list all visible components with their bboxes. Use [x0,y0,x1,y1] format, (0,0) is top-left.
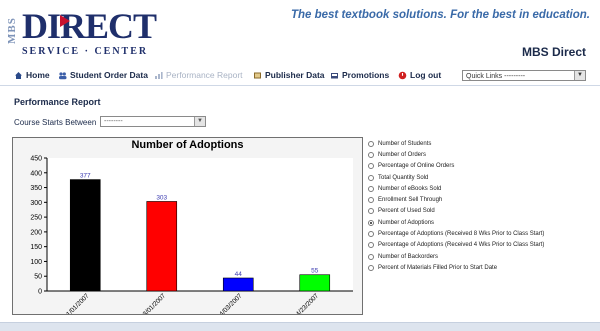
radio-button[interactable] [368,264,374,271]
quick-links-select[interactable]: Quick Links --------- ▼ [462,70,586,81]
radio-label: Percent of Materials Filled Prior to Sta… [378,264,498,271]
course-starts-value: -------- [104,118,123,125]
radio-button[interactable] [368,163,374,170]
x-category-label: 01/01/2007 [63,292,91,314]
bar [299,274,331,292]
y-tick-label: 350 [30,185,42,192]
bar [69,179,101,292]
x-category-label: 04/23/2007 [292,292,320,314]
metric-radio-option[interactable]: Number of Adoptions [368,217,544,228]
nav-home[interactable]: Home [14,70,50,80]
bar [222,277,254,292]
radio-label: Total Quantity Sold [378,174,429,181]
logo-subtitle: SERVICE · CENTER [22,46,149,57]
logo-direct-text: DIRECT [22,6,157,46]
promo-icon [330,71,339,80]
radio-button[interactable] [368,140,374,147]
nav-student-order-data[interactable]: Student Order Data [58,70,148,80]
radio-button[interactable] [368,151,374,158]
radio-label: Number of Adoptions [378,219,435,226]
logo-arrow-icon [60,15,70,27]
people-icon [58,71,67,80]
header-tagline: The best textbook solutions. For the bes… [290,9,590,21]
quick-links-value: Quick Links --------- [466,73,526,80]
book-icon [253,71,262,80]
logout-icon [398,71,407,80]
metric-radio-option[interactable]: Percentage of Adoptions (Received 4 Wks … [368,240,544,251]
bar [146,201,178,292]
radio-button[interactable] [368,197,374,204]
radio-label: Enrollment Sell Through [378,197,443,204]
nav-logout-label: Log out [410,70,442,80]
chevron-down-icon: ▼ [194,117,205,126]
metric-radio-option[interactable]: Enrollment Sell Through [368,194,544,205]
nav-publisher-data[interactable]: Publisher Data [253,70,325,80]
y-tick-label: 400 [30,170,42,177]
bar-value-label: 55 [311,268,319,275]
radio-label: Number of Students [378,140,432,147]
radio-button[interactable] [368,242,374,249]
nav-promotions-label: Promotions [342,70,390,80]
y-tick-label: 100 [30,259,42,266]
page-title: Performance Report [14,97,101,107]
radio-label: Number of Orders [378,151,427,158]
radio-label: Percentage of Online Orders [378,163,455,170]
report-icon [154,71,163,80]
home-icon [14,71,23,80]
nav-logout[interactable]: Log out [398,70,441,80]
bar-value-label: 377 [80,173,91,180]
bar-value-label: 44 [235,271,243,278]
logo-mbs-text: MBS [6,17,18,45]
x-category-label: 04/03/2007 [216,292,244,314]
x-category-label: 03/01/2007 [139,292,167,314]
radio-label: Percent of Used Sold [378,208,435,215]
metric-radio-option[interactable]: Percent of Materials Filled Prior to Sta… [368,262,544,273]
y-tick-label: 0 [38,289,42,296]
radio-button[interactable] [368,174,374,181]
metric-radio-option[interactable]: Percentage of Adoptions (Received 8 Wks … [368,228,544,239]
radio-button[interactable] [368,208,374,215]
chevron-down-icon: ▼ [574,71,585,80]
y-tick-label: 450 [30,156,42,163]
metric-radio-option[interactable]: Number of Backorders [368,251,544,262]
metric-radio-option[interactable]: Percent of Used Sold [368,206,544,217]
metric-radio-option[interactable]: Percentage of Online Orders [368,161,544,172]
nav-promotions[interactable]: Promotions [330,70,389,80]
radio-label: Percentage of Adoptions (Received 4 Wks … [378,242,545,249]
bar-value-label: 303 [156,194,167,201]
y-tick-label: 50 [34,274,42,281]
radio-button[interactable] [368,253,374,260]
metric-radio-option[interactable]: Number of Orders [368,149,544,160]
y-tick-label: 150 [30,244,42,251]
radio-label: Number of Backorders [378,253,439,260]
nav-publisher-data-label: Publisher Data [265,70,325,80]
nav-home-label: Home [26,70,50,80]
metric-radio-option[interactable]: Number of eBooks Sold [368,183,544,194]
chart-plot: 0 50 100 150 200 250 300 350 400 450 377 01/01/2007… [30,156,353,314]
course-starts-label: Course Starts Between [14,118,97,127]
nav-student-order-data-label: Student Order Data [70,70,148,80]
radio-button[interactable] [368,231,374,238]
radio-label: Number of eBooks Sold [378,185,442,192]
radio-button[interactable] [368,219,374,226]
y-tick-label: 300 [30,200,42,207]
radio-button[interactable] [368,185,374,192]
adoptions-chart: Number of Adoptions 0 50 100 150 200 250 300 35… [12,137,363,315]
radio-label: Percentage of Adoptions (Received 8 Wks … [378,231,545,238]
nav-performance-report[interactable]: Performance Report [154,70,243,80]
y-tick-label: 250 [30,215,42,222]
metric-radio-option[interactable]: Number of Students [368,138,544,149]
mbs-direct-logo[interactable]: MBS DIRECT SERVICE · CENTER [6,6,157,64]
nav-performance-report-label: Performance Report [166,70,243,80]
y-tick-label: 200 [30,229,42,236]
metric-radio-option[interactable]: Total Quantity Sold [368,172,544,183]
brand-name: MBS Direct [521,45,586,59]
metric-radio-group: Number of Students Number of Orders Percen… [368,138,544,274]
course-starts-select[interactable]: -------- ▼ [100,116,206,127]
